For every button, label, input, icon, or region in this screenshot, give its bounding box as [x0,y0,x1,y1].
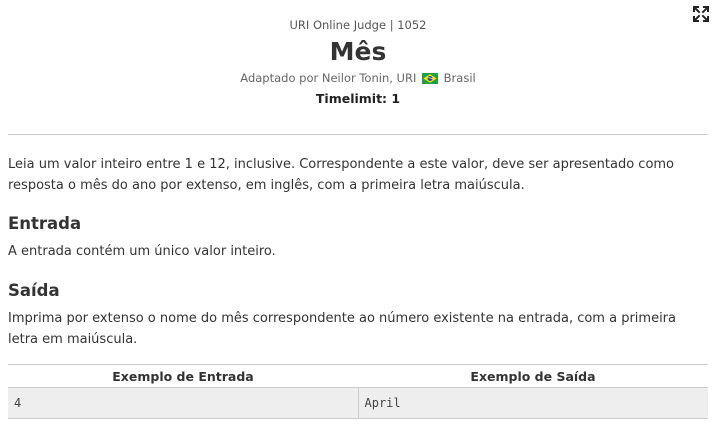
author-link[interactable]: Neilor Tonin, URI [322,71,416,85]
author-country: Brasil [443,71,476,85]
example-output-header: Exemplo de Saída [358,364,708,388]
examples-table: Exemplo de Entrada Exemplo de Saída 4 Ap… [8,364,708,419]
output-heading: Saída [8,281,60,300]
table-row: 4 April [8,387,708,419]
fullscreen-button[interactable] [692,5,710,23]
brazil-flag-icon [422,72,439,88]
header-divider [8,134,708,135]
example-input-cell[interactable]: 4 [8,387,358,419]
problem-content: Leia um valor inteiro entre 1 e 12, incl… [0,154,716,350]
input-heading: Entrada [8,214,82,233]
page-title: Mês [329,37,387,66]
timelimit: Timelimit: 1 [315,91,401,106]
fullscreen-icon [693,6,709,22]
examples-header-row: Exemplo de Entrada Exemplo de Saída [8,364,708,388]
input-description: A entrada contém um único valor inteiro. [8,244,276,259]
problem-header: URI Online Judge | 1052 Mês Adaptado por… [0,0,716,108]
judge-line: URI Online Judge | 1052 [289,18,427,32]
author-line: Adaptado por Neilor Tonin, URI Brasil [0,70,716,88]
author-prefix: Adaptado por [240,71,319,85]
output-description: Imprima por extenso o nome do mês corres… [8,311,676,347]
problem-description: Leia um valor inteiro entre 1 e 12, incl… [8,157,675,193]
example-output-cell[interactable]: April [357,387,708,419]
example-input-header: Exemplo de Entrada [8,364,358,388]
